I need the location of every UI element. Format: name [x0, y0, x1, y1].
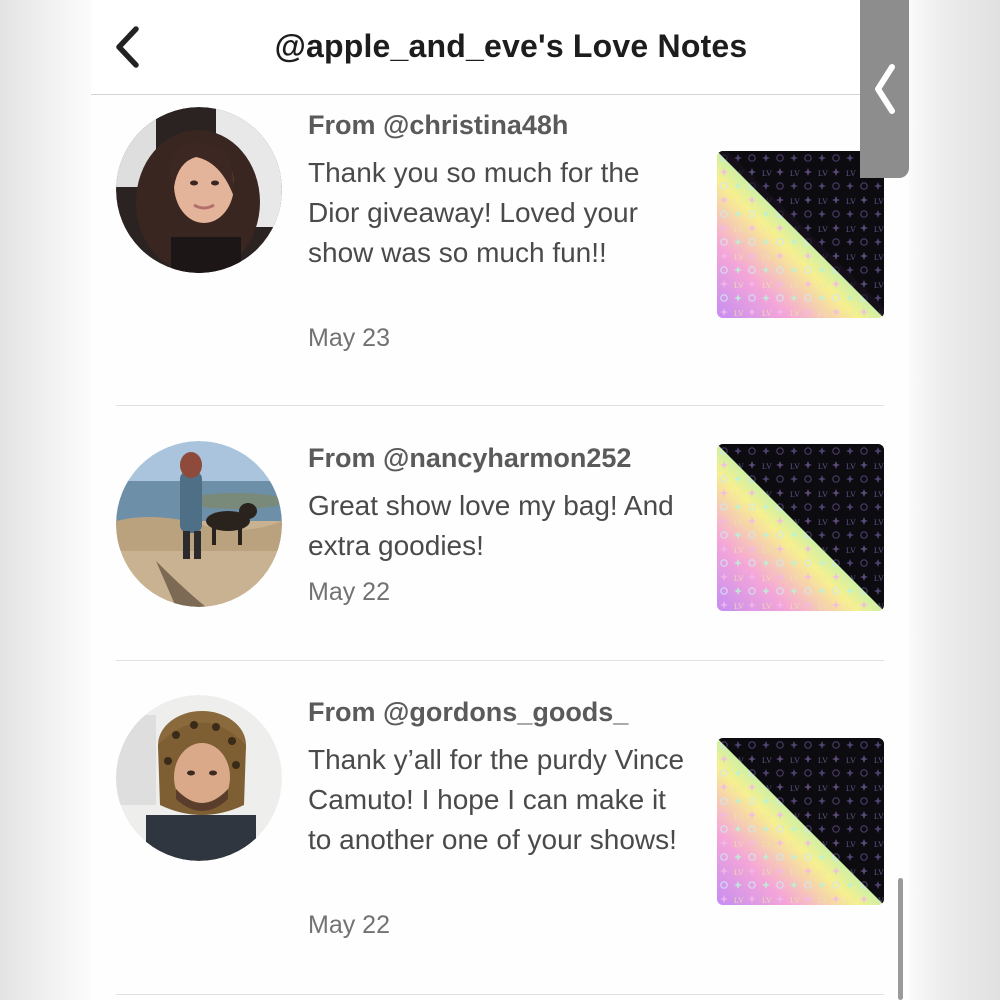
avatar-christina48h[interactable] [116, 107, 282, 273]
side-collapse-tab[interactable] [860, 0, 909, 178]
note-sender[interactable]: From @christina48h [308, 110, 568, 141]
note-message: Great show love my bag! And extra goodie… [308, 490, 674, 561]
header-bar: @apple_and_eve's Love Notes [91, 0, 909, 95]
note-date: May 22 [308, 911, 390, 939]
avatar-image [116, 441, 282, 607]
note-message: Thank you so much for the Dior giveaway!… [308, 157, 640, 268]
avatar-gordons-goods[interactable] [116, 695, 282, 861]
note-message: Thank y’all for the purdy Vince Camuto! … [308, 744, 685, 855]
note-sender[interactable]: From @nancyharmon252 [308, 443, 631, 474]
holographic-bag-image [717, 738, 884, 905]
avatar-image [116, 695, 282, 861]
product-thumbnail[interactable] [717, 738, 884, 905]
product-thumbnail[interactable] [717, 444, 884, 611]
note-sender[interactable]: From @gordons_goods_ [308, 697, 628, 728]
note-divider [116, 405, 884, 406]
avatar-nancyharmon252[interactable] [116, 441, 282, 607]
note-divider [116, 994, 884, 995]
note-divider [116, 660, 884, 661]
scrollbar[interactable] [898, 878, 903, 1000]
chevron-left-icon [116, 26, 139, 68]
chevron-left-icon [874, 64, 895, 114]
note-date: May 23 [308, 324, 390, 352]
note-date: May 22 [308, 578, 390, 606]
phone-screen: @apple_and_eve's Love Notes From @christ… [91, 0, 909, 1000]
product-thumbnail[interactable] [717, 151, 884, 318]
page-title: @apple_and_eve's Love Notes [274, 28, 748, 64]
back-button[interactable] [105, 22, 149, 72]
avatar-image [116, 107, 282, 273]
holographic-bag-image [717, 444, 884, 611]
holographic-bag-image [717, 151, 884, 318]
